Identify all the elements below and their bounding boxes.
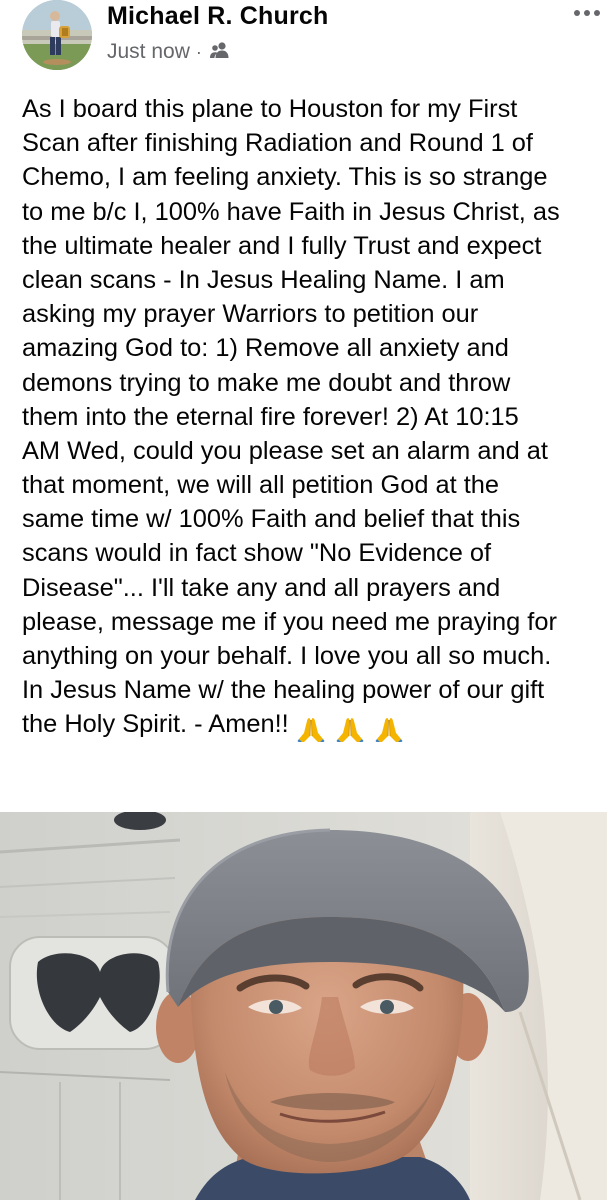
- more-options-icon: [574, 10, 600, 16]
- avatar-photo: [22, 0, 92, 70]
- friends-icon[interactable]: [208, 40, 232, 60]
- post-text-line: demons trying to make me doubt and throw: [22, 368, 511, 397]
- post-text-line: same time w/ 100% Faith and belief that …: [22, 505, 521, 534]
- post-text-line: As I board this plane to Houston for my …: [22, 95, 518, 123]
- post-text-line: that moment, we will all petition God at…: [22, 471, 500, 500]
- author-name[interactable]: Michael R. Church: [107, 2, 329, 31]
- post-header: Michael R. Church Just now ·: [0, 0, 607, 80]
- selfie-photo[interactable]: [0, 812, 607, 1200]
- selfie-illustration: [0, 812, 607, 1200]
- post-text-line: AM Wed, could you please set an alarm an…: [22, 436, 548, 465]
- post-text-line: to me b/c I, 100% have Faith in Jesus Ch…: [22, 197, 560, 226]
- post-text-line-last: the Holy Spirit. - Amen!!: [22, 707, 607, 742]
- post-timestamp[interactable]: Just now: [107, 40, 190, 64]
- meta-separator: ·: [195, 41, 202, 62]
- post-text-line: Scan after finishing Radiation and Round…: [22, 129, 533, 158]
- folded-hands-icon: [375, 717, 403, 742]
- more-options-button[interactable]: [571, 0, 607, 26]
- post-text-line: Disease"... I'll take any and all prayer…: [22, 573, 501, 602]
- post-text-line: scans would in fact show "No Evidence of: [22, 539, 492, 568]
- post-text: As I board this plane to Houston for my …: [22, 92, 607, 742]
- post-meta: Just now ·: [107, 40, 232, 64]
- post-text-line: anything on your behalf. I love you all …: [22, 642, 552, 670]
- avatar[interactable]: [22, 0, 92, 70]
- post-text-line: amazing God to: 1) Remove all anxiety an…: [22, 334, 509, 363]
- pray-emoji-group: [296, 711, 413, 742]
- post-text-line: Chemo, I am feeling anxiety. This is so …: [22, 163, 548, 192]
- post-text-line: clean scans - In Jesus Healing Name. I a…: [22, 265, 505, 294]
- post-text-line: please, message me if you need me prayin…: [22, 607, 557, 636]
- post-text-line: In Jesus Name w/ the healing power of ou…: [22, 676, 545, 705]
- post-text-closing: the Holy Spirit. - Amen!!: [22, 710, 289, 739]
- folded-hands-icon: [336, 717, 364, 742]
- post-text-line: asking my prayer Warriors to petition ou…: [22, 300, 479, 329]
- post-text-line: the ultimate healer and I fully Trust an…: [22, 231, 542, 260]
- post-text-line: them into the eternal fire forever! 2) A…: [22, 402, 519, 431]
- folded-hands-icon: [297, 717, 325, 742]
